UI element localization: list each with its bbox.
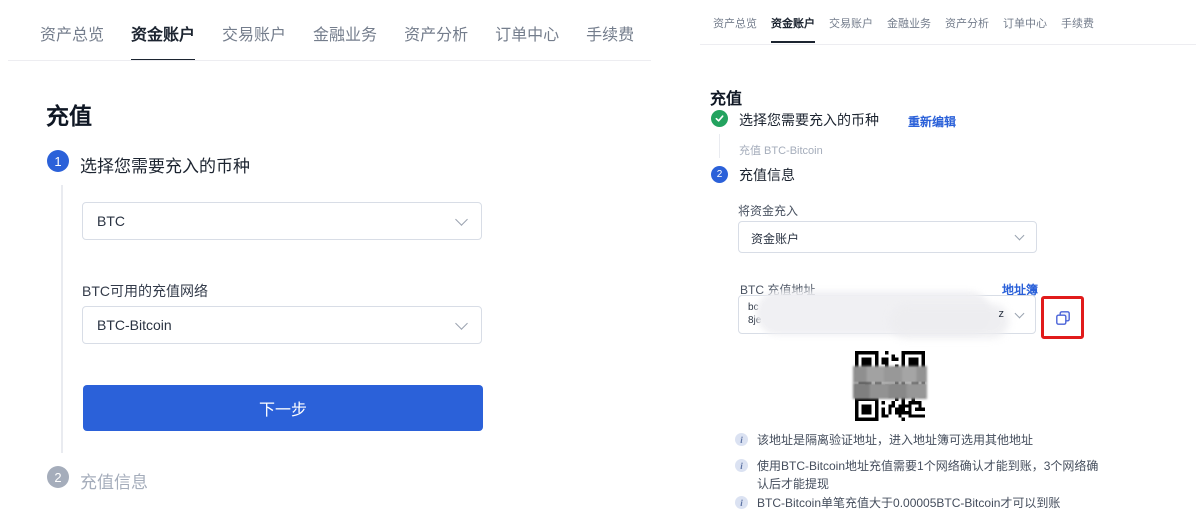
network-select-value: BTC-Bitcoin [97, 317, 172, 333]
note-text: 该地址是隔离验证地址，进入地址簿可选用其他地址 [757, 431, 1109, 449]
step2-number-right: 2 [717, 169, 723, 180]
tab-asset-analysis[interactable]: 资产分析 [945, 15, 989, 43]
account-select[interactable]: 资金账户 [738, 221, 1037, 253]
step-connector-line-right [719, 134, 720, 158]
chevron-down-icon [455, 213, 468, 226]
account-tabs-left: 资产总览 资金账户 交易账户 金融业务 资产分析 订单中心 手续费 [40, 21, 634, 61]
note-item: i BTC-Bitcoin单笔充值大于0.00005BTC-Bitcoin才可以… [735, 494, 1109, 512]
step2-label-right: 充值信息 [739, 165, 795, 185]
tabs-divider-left [8, 60, 651, 61]
step1-label-left: 选择您需要充入的币种 [80, 152, 250, 177]
chevron-down-icon [455, 317, 468, 330]
currency-select-value: BTC [97, 213, 125, 229]
note-text: 使用BTC-Bitcoin地址充值需要1个网络确认才能到账，3个网络确认后才能提… [757, 457, 1102, 493]
network-label: BTC可用的充值网络 [82, 281, 208, 301]
check-icon [715, 114, 724, 123]
tab-fees[interactable]: 手续费 [586, 21, 634, 61]
qr-blur-overlay [853, 383, 927, 399]
qr-code [855, 350, 925, 422]
copy-highlight-annotation [1041, 296, 1084, 339]
step2-number-badge-left: 2 [47, 466, 69, 488]
qr-blur-overlay [853, 366, 927, 383]
network-select[interactable]: BTC-Bitcoin [82, 306, 482, 344]
tab-financial-services[interactable]: 金融业务 [887, 15, 931, 43]
deposit-tutorial-screenshot: 资产总览 资金账户 交易账户 金融业务 资产分析 订单中心 手续费 充值 1 选… [0, 0, 1200, 529]
step2-number-left: 2 [54, 470, 61, 485]
step1-summary: 充值 BTC-Bitcoin [739, 142, 823, 158]
currency-select[interactable]: BTC [82, 202, 482, 240]
info-icon: i [735, 433, 748, 446]
step1-number: 1 [54, 154, 61, 169]
tabs-divider-right [700, 44, 1196, 45]
info-icon: i [735, 459, 748, 472]
account-tabs-right: 资产总览 资金账户 交易账户 金融业务 资产分析 订单中心 手续费 [713, 15, 1094, 43]
tab-financial-services[interactable]: 金融业务 [313, 21, 377, 61]
fund-into-label: 将资金充入 [738, 202, 798, 219]
re-edit-link[interactable]: 重新编辑 [908, 113, 956, 130]
chevron-down-icon [1015, 309, 1025, 319]
account-select-value: 资金账户 [751, 230, 799, 247]
note-text: BTC-Bitcoin单笔充值大于0.00005BTC-Bitcoin才可以到账 [757, 494, 1109, 512]
step-connector-line [61, 185, 63, 453]
step2-label-left: 充值信息 [80, 468, 148, 493]
note-item: i 该地址是隔离验证地址，进入地址簿可选用其他地址 [735, 431, 1109, 449]
tab-asset-analysis[interactable]: 资产分析 [404, 21, 468, 61]
tab-asset-overview[interactable]: 资产总览 [713, 15, 757, 43]
tab-funding-account[interactable]: 资金账户 [771, 15, 815, 43]
note-item: i 使用BTC-Bitcoin地址充值需要1个网络确认才能到账，3个网络确认后才… [735, 457, 1102, 493]
step1-label-right: 选择您需要充入的币种 [739, 110, 879, 130]
deposit-address-select[interactable]: bc 8je z [738, 295, 1036, 334]
tab-fees[interactable]: 手续费 [1061, 15, 1094, 43]
next-step-button[interactable]: 下一步 [83, 385, 483, 431]
page-title-left: 充值 [46, 97, 92, 131]
address-suffix: z [999, 308, 1005, 320]
step1-number-badge: 1 [47, 150, 69, 172]
tab-trading-account[interactable]: 交易账户 [222, 21, 286, 61]
tab-trading-account[interactable]: 交易账户 [829, 15, 873, 43]
copy-icon[interactable] [1055, 310, 1071, 326]
page-title-right: 充值 [710, 85, 742, 109]
tab-order-center[interactable]: 订单中心 [1003, 15, 1047, 43]
tab-order-center[interactable]: 订单中心 [495, 21, 559, 61]
info-icon: i [735, 496, 748, 509]
step1-done-badge [711, 110, 728, 127]
address-blur-overlay [889, 304, 1009, 338]
chevron-down-icon [1015, 231, 1025, 241]
tab-asset-overview[interactable]: 资产总览 [40, 21, 104, 61]
tab-funding-account[interactable]: 资金账户 [131, 21, 195, 61]
step2-number-badge-right: 2 [711, 166, 728, 183]
